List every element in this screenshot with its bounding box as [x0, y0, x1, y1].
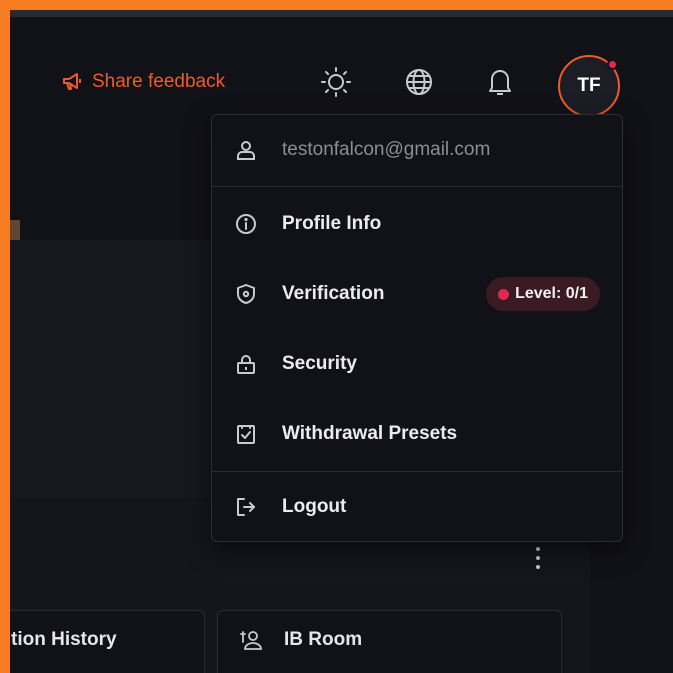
more-options-button[interactable] — [531, 544, 545, 572]
menu-item-withdrawal-presets[interactable]: Withdrawal Presets — [212, 416, 622, 452]
theme-toggle-button[interactable] — [317, 63, 355, 101]
account-email-row: testonfalcon@gmail.com — [212, 115, 622, 185]
menu-item-label: Verification — [282, 283, 385, 304]
user-icon — [233, 137, 259, 163]
transaction-history-label: tion History — [11, 629, 117, 650]
share-feedback-label: Share feedback — [92, 71, 226, 92]
menu-item-label: Withdrawal Presets — [282, 423, 458, 444]
kebab-dot — [536, 556, 540, 560]
menu-divider — [212, 186, 622, 187]
menu-item-label: Security — [282, 353, 357, 374]
shield-icon — [233, 281, 259, 307]
kebab-dot — [536, 565, 540, 569]
menu-divider — [212, 471, 622, 472]
language-button[interactable] — [400, 63, 438, 101]
lock-icon — [233, 351, 259, 377]
globe-icon — [404, 67, 434, 97]
info-icon — [233, 211, 259, 237]
top-bar — [10, 10, 673, 17]
menu-item-profile-info[interactable]: Profile Info — [212, 206, 622, 242]
megaphone-icon — [62, 72, 84, 92]
user-dropdown-menu: testonfalcon@gmail.com Profile Info Veri… — [211, 114, 623, 542]
verification-level-text: Level: 0/1 — [515, 285, 588, 302]
ib-room-card[interactable]: IB Room — [217, 610, 562, 673]
sun-icon — [320, 66, 352, 98]
menu-item-security[interactable]: Security — [212, 346, 622, 382]
account-email: testonfalcon@gmail.com — [282, 139, 491, 160]
logout-button[interactable]: Logout — [212, 489, 622, 525]
menu-item-label: Profile Info — [282, 213, 382, 234]
checklist-icon — [233, 421, 259, 447]
logout-label: Logout — [282, 496, 347, 517]
app-window: Share feedback TF tion History IB Room t… — [10, 10, 673, 673]
transaction-history-card[interactable]: tion History — [10, 610, 205, 673]
bell-icon — [486, 67, 514, 97]
users-icon — [240, 628, 264, 652]
header: Share feedback TF — [10, 17, 673, 117]
logout-icon — [233, 494, 259, 520]
kebab-dot — [536, 547, 540, 551]
status-dot — [498, 288, 510, 300]
avatar-initials: TF — [577, 75, 601, 96]
verification-level-badge: Level: 0/1 — [486, 277, 600, 311]
ib-room-label: IB Room — [284, 629, 363, 650]
user-avatar-button[interactable]: TF — [558, 55, 620, 117]
notification-dot — [607, 59, 618, 70]
menu-item-verification[interactable]: Verification Level: 0/1 — [212, 276, 622, 312]
share-feedback-button[interactable]: Share feedback — [62, 71, 225, 93]
notifications-button[interactable] — [481, 63, 519, 101]
